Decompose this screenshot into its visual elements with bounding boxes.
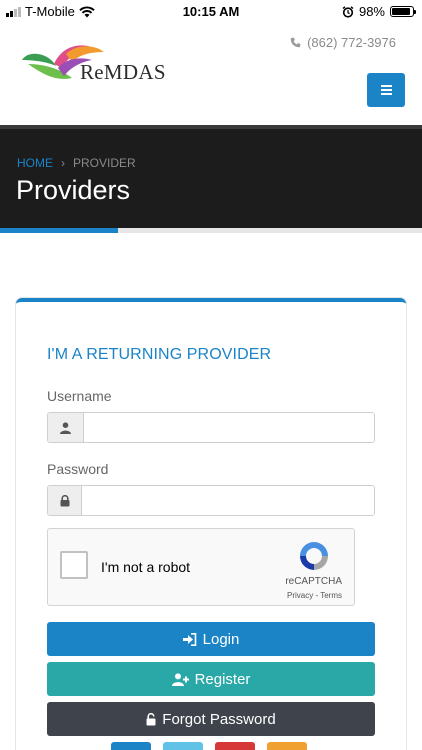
password-group bbox=[47, 485, 375, 516]
login-card: I'M A RETURNING PROVIDER Username Passwo… bbox=[16, 298, 406, 750]
wifi-icon bbox=[79, 5, 95, 17]
recaptcha-links[interactable]: Privacy - Terms bbox=[287, 591, 342, 600]
login-heading: I'M A RETURNING PROVIDER bbox=[47, 346, 272, 363]
user-icon bbox=[48, 413, 84, 442]
alarm-icon bbox=[342, 5, 354, 18]
battery-icon bbox=[390, 6, 416, 17]
hamburger-icon bbox=[380, 85, 392, 87]
twitter-icon[interactable] bbox=[163, 742, 203, 750]
status-bar: T-Mobile 10:15 AM 98% bbox=[0, 0, 422, 22]
password-label: Password bbox=[47, 461, 109, 477]
breadcrumb-current: PROVIDER bbox=[73, 156, 136, 170]
username-label: Username bbox=[47, 388, 112, 404]
recaptcha-checkbox[interactable] bbox=[60, 551, 88, 579]
sign-in-icon bbox=[182, 632, 196, 646]
social-links bbox=[111, 742, 307, 750]
breadcrumb: HOME › PROVIDER bbox=[17, 156, 136, 170]
breadcrumb-separator: › bbox=[61, 156, 65, 170]
lock-icon bbox=[48, 486, 82, 515]
status-right: 98% bbox=[342, 4, 416, 19]
login-label: Login bbox=[202, 630, 240, 648]
forgot-password-label: Forgot Password bbox=[162, 710, 276, 728]
user-plus-icon bbox=[171, 672, 189, 686]
page-title: Providers bbox=[16, 175, 131, 205]
username-group bbox=[47, 412, 375, 443]
page-hero: HOME › PROVIDER Providers bbox=[0, 125, 422, 228]
unlock-icon bbox=[146, 712, 156, 725]
breadcrumb-home[interactable]: HOME bbox=[17, 156, 53, 170]
register-label: Register bbox=[194, 670, 251, 688]
phone-number[interactable]: (862) 772-3976 bbox=[290, 35, 396, 50]
forgot-password-button[interactable]: Forgot Password bbox=[47, 702, 375, 736]
password-input[interactable] bbox=[82, 486, 374, 515]
phone-text: (862) 772-3976 bbox=[307, 35, 396, 50]
logo-text: ReMDAS bbox=[80, 60, 166, 84]
recaptcha-logo-icon bbox=[300, 542, 328, 570]
site-header: ReMDAS (862) 772-3976 bbox=[0, 22, 422, 125]
battery-percent: 98% bbox=[358, 4, 385, 19]
signal-icon bbox=[6, 6, 21, 17]
recaptcha-label: I'm not a robot bbox=[101, 559, 191, 575]
phone-icon bbox=[290, 37, 301, 48]
login-button[interactable]: Login bbox=[47, 622, 375, 656]
pinterest-icon[interactable] bbox=[215, 742, 255, 750]
rss-icon[interactable] bbox=[267, 742, 307, 750]
recaptcha-widget: I'm not a robot reCAPTCHA Privacy - Term… bbox=[47, 528, 355, 606]
register-button[interactable]: Register bbox=[47, 662, 375, 696]
username-input[interactable] bbox=[84, 413, 374, 442]
carrier: T-Mobile bbox=[25, 4, 75, 19]
facebook-icon[interactable] bbox=[111, 742, 151, 750]
hero-divider bbox=[0, 228, 422, 233]
menu-button[interactable] bbox=[367, 73, 405, 107]
recaptcha-brand: reCAPTCHA bbox=[285, 576, 342, 587]
status-left: T-Mobile bbox=[6, 4, 95, 19]
